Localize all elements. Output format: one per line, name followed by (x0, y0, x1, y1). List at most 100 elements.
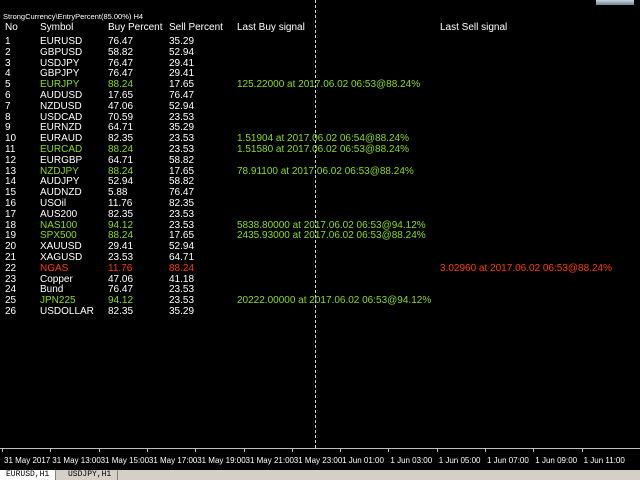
time-axis-label: 31 May 17:00 (148, 456, 198, 465)
table-row: 21 XAGUSD 23.53 64.71 (0, 252, 640, 263)
buy-percent-cell: 94.12 (108, 295, 134, 307)
buy-percent-cell: 70.59 (108, 111, 134, 123)
buy-percent-cell: 52.94 (108, 176, 134, 188)
sell-percent-cell: 41.18 (169, 273, 195, 285)
sell-percent-cell: 88.24 (169, 262, 195, 274)
header-last-sell-signal: Last Sell signal (440, 22, 508, 33)
table-row: 2 GBPUSD 58.82 52.94 (0, 47, 640, 58)
row-number: 17 (5, 208, 17, 220)
symbol-cell: USDOLLAR (40, 305, 94, 317)
table-row: 16 USOil 11.76 82.35 (0, 198, 640, 209)
time-axis-tick (340, 449, 342, 452)
sell-percent-cell: 52.94 (169, 46, 195, 58)
table-row: 1 EURUSD 76.47 35.29 (0, 36, 640, 47)
buy-percent-cell: 64.71 (108, 154, 134, 166)
symbol-cell: NGAS (40, 262, 69, 274)
time-axis-tick (146, 449, 148, 452)
chart-tab-bar: EURUSD,H1 USDJPY,H1 (0, 470, 640, 480)
symbol-cell: Copper (40, 273, 73, 285)
row-number: 12 (5, 154, 17, 166)
row-number: 1 (5, 36, 11, 47)
buy-signal-cell: 5838.80000 at 2017.06.02 06:53@94.12% (237, 219, 426, 231)
sell-percent-cell: 82.35 (169, 197, 195, 209)
buy-percent-cell: 76.47 (108, 36, 134, 47)
buy-percent-cell: 76.47 (108, 68, 134, 80)
table-row: 15 AUDNZD 5.88 76.47 (0, 187, 640, 198)
buy-percent-cell: 23.53 (108, 251, 134, 263)
row-number: 8 (5, 111, 11, 123)
buy-percent-cell: 11.76 (108, 197, 133, 209)
time-axis-tick (2, 449, 3, 452)
row-number: 11 (5, 143, 16, 155)
sell-percent-cell: 58.82 (169, 176, 195, 188)
buy-signal-cell: 1.51904 at 2017.06.02 06:54@88.24% (237, 133, 409, 145)
sell-percent-cell: 35.29 (169, 305, 195, 317)
price-ticker-indicator (596, 0, 634, 5)
table-row: 3 USDJPY 76.47 29.41 (0, 58, 640, 69)
table-row: 24 Bund 76.47 23.53 (0, 284, 640, 295)
table-row: 26 USDOLLAR 82.35 35.29 (0, 306, 640, 317)
sell-percent-cell: 17.65 (169, 165, 195, 177)
time-axis: 31 May 2017 31 May 13:00 31 May 15:00 31 Ma… (0, 448, 640, 471)
time-axis-label: 1 Jun 05:00 (438, 456, 481, 465)
symbol-cell: NZDUSD (40, 100, 82, 112)
time-axis-label: 1 Jun 11:00 (583, 456, 625, 465)
symbol-cell: GBPUSD (40, 46, 83, 58)
sell-percent-cell: 52.94 (169, 100, 195, 112)
symbol-cell: EURAUD (40, 133, 83, 145)
symbol-cell: SPX500 (40, 230, 77, 242)
header-last-buy-signal: Last Buy signal (237, 22, 305, 33)
row-number: 24 (5, 284, 17, 296)
table-row: 14 AUDJPY 52.94 58.82 (0, 176, 640, 187)
sell-percent-cell: 35.29 (169, 36, 195, 47)
buy-signal-cell: 2435.93000 at 2017.06.02 06:53@88.24% (237, 230, 426, 242)
sell-percent-cell: 58.82 (169, 154, 195, 166)
row-number: 22 (5, 262, 17, 274)
sell-percent-cell: 23.53 (169, 111, 195, 123)
row-number: 19 (5, 230, 17, 242)
header-sell-percent: Sell Percent (169, 22, 223, 33)
row-number: 9 (5, 122, 11, 134)
time-axis-tick (533, 449, 535, 452)
symbol-cell: AUDJPY (40, 176, 80, 188)
chart-tab[interactable]: EURUSD,H1 (0, 470, 57, 480)
buy-signal-cell: 125.22000 at 2017.06.02 06:53@88.24% (237, 79, 421, 91)
symbol-cell: USDCAD (40, 111, 83, 123)
sell-percent-cell: 17.65 (169, 230, 195, 242)
table-row: 13 NZDJPY 88.24 17.65 78.91100 at 2017.06.02… (0, 166, 640, 177)
sell-percent-cell: 76.47 (169, 89, 195, 101)
row-number: 18 (5, 219, 17, 231)
time-axis-tick (98, 449, 100, 452)
time-axis-tick (485, 449, 486, 452)
symbol-cell: GBPJPY (40, 68, 80, 80)
time-axis-label: 1 Jun 01:00 (342, 456, 384, 465)
sell-percent-cell: 23.53 (169, 133, 195, 145)
buy-signal-cell: 78.91100 at 2017.06.02 06:53@88.24% (237, 165, 414, 177)
table-row: 12 EURGBP 64.71 58.82 (0, 155, 640, 166)
table-row: 22 NGAS 11.76 88.24 3.02960 at 2017.06.02 06… (0, 263, 640, 274)
table-row: 18 NAS100 94.12 23.53 5838.80000 at 2017.06.… (0, 220, 640, 231)
sell-percent-cell: 29.41 (169, 57, 195, 69)
symbol-cell: EURCAD (40, 143, 83, 155)
row-number: 13 (5, 165, 17, 177)
symbol-cell: AUDUSD (40, 89, 83, 101)
buy-percent-cell: 11.76 (108, 262, 133, 274)
time-axis-tick (388, 449, 390, 452)
buy-percent-cell: 47.06 (108, 100, 134, 112)
table-row: 20 XAUUSD 29.41 52.94 (0, 241, 640, 252)
time-axis-tick (436, 449, 438, 452)
sell-percent-cell: 23.53 (169, 219, 195, 231)
buy-percent-cell: 58.82 (108, 46, 134, 58)
symbol-cell: EURNZD (40, 122, 82, 134)
symbol-cell: XAGUSD (40, 251, 83, 263)
row-number: 6 (5, 89, 11, 101)
row-number: 3 (5, 57, 11, 69)
symbol-cell: AUDNZD (40, 187, 82, 199)
buy-percent-cell: 82.35 (108, 208, 134, 220)
time-axis-label: 31 May 2017 (4, 456, 51, 465)
table-row: 7 NZDUSD 47.06 52.94 (0, 101, 640, 112)
row-number: 10 (5, 133, 17, 145)
symbol-cell: EURJPY (40, 79, 80, 91)
chart-tab[interactable]: USDJPY,H1 (62, 470, 119, 480)
buy-percent-cell: 5.88 (108, 187, 128, 199)
